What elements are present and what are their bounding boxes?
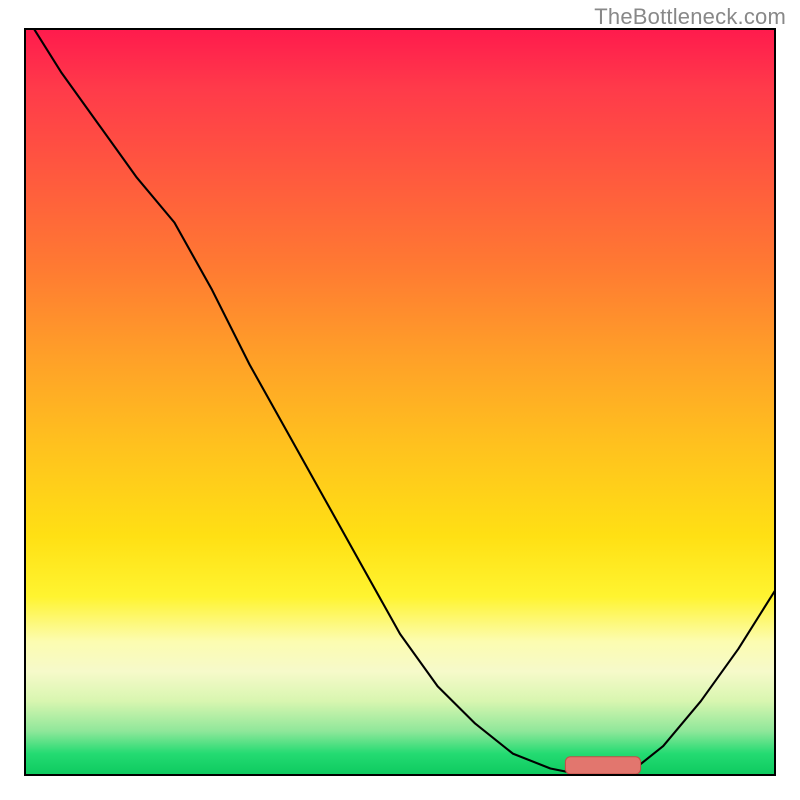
watermark-text: TheBottleneck.com (594, 4, 786, 30)
chart-area (24, 28, 776, 776)
chart-root: TheBottleneck.com (0, 0, 800, 800)
plot-svg (24, 28, 776, 776)
optimal-range-marker (565, 757, 640, 774)
bottleneck-curve (24, 28, 776, 776)
